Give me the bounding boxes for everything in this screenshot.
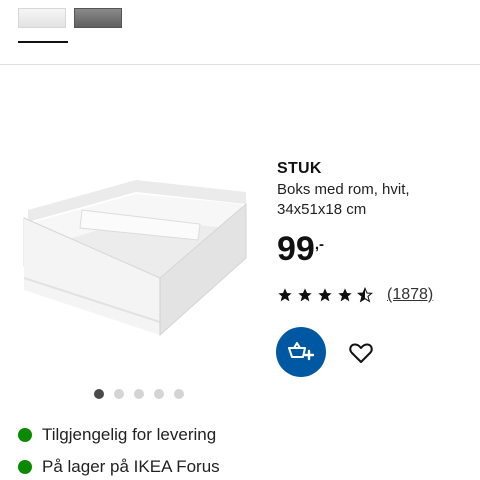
carousel-dot[interactable] bbox=[94, 389, 104, 399]
delivery-availability: Tilgjengelig for levering bbox=[18, 425, 216, 445]
image-carousel-dots bbox=[94, 389, 184, 399]
variant-grey-thumbnail[interactable] bbox=[74, 8, 122, 28]
status-dot-icon bbox=[18, 460, 32, 474]
carousel-dot[interactable] bbox=[154, 389, 164, 399]
star-icon bbox=[278, 288, 292, 302]
store-availability[interactable]: På lager på IKEA Forus bbox=[18, 457, 220, 477]
price-decimal: ,- bbox=[314, 236, 324, 253]
price-integer: 99 bbox=[277, 230, 315, 268]
product-page: STUK Boks med rom, hvit, 34x51x18 cm 99 … bbox=[0, 0, 480, 480]
carousel-dot[interactable] bbox=[174, 389, 184, 399]
half-star-icon bbox=[357, 287, 373, 303]
product-name[interactable]: STUK bbox=[277, 160, 477, 178]
divider bbox=[0, 64, 480, 65]
status-dot-icon bbox=[18, 428, 32, 442]
star-icon bbox=[298, 288, 312, 302]
rating-stars bbox=[277, 287, 373, 303]
carousel-dot[interactable] bbox=[114, 389, 124, 399]
heart-icon bbox=[349, 343, 373, 363]
favourite-button[interactable] bbox=[346, 338, 376, 368]
selected-variant-indicator bbox=[18, 41, 68, 43]
product-info: STUK Boks med rom, hvit, 34x51x18 cm 99 … bbox=[277, 160, 477, 268]
product-description: Boks med rom, hvit, 34x51x18 cm bbox=[277, 181, 410, 218]
star-icon bbox=[318, 288, 332, 302]
variant-selector bbox=[18, 8, 122, 28]
add-to-cart-icon bbox=[288, 342, 314, 361]
availability-text: På lager på IKEA Forus bbox=[42, 457, 220, 476]
product-price: 99 ,- bbox=[277, 230, 477, 268]
add-to-cart-button[interactable] bbox=[276, 327, 326, 377]
review-count-link[interactable]: (1878) bbox=[387, 286, 433, 304]
star-icon bbox=[338, 288, 352, 302]
product-rating[interactable]: (1878) bbox=[277, 286, 433, 304]
availability-text: Tilgjengelig for levering bbox=[42, 425, 217, 444]
product-image[interactable] bbox=[10, 170, 260, 370]
variant-white-thumbnail[interactable] bbox=[18, 8, 66, 28]
carousel-dot[interactable] bbox=[134, 389, 144, 399]
